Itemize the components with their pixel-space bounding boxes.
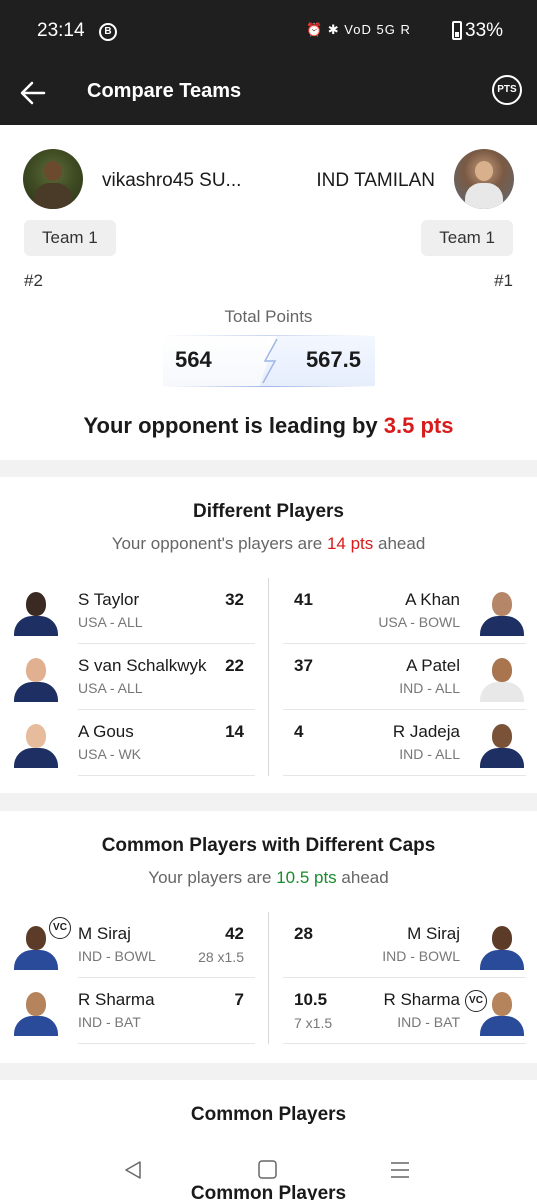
player-name: R Jadeja — [392, 722, 460, 741]
player-points: 42 — [225, 924, 244, 943]
player-meta: IND - BOWL — [78, 948, 156, 964]
section-title: Common Players with Different Caps — [101, 835, 436, 856]
column-divider — [268, 912, 269, 1044]
left-rank: #2 — [24, 271, 43, 290]
player-row[interactable]: A Khan USA - BOWL 41 — [283, 578, 526, 644]
right-rank: #1 — [494, 271, 513, 290]
player-meta: USA - ALL — [78, 680, 143, 696]
section-title: Common Players — [190, 1104, 347, 1125]
section-subtitle: Your opponent's players are 14 pts ahead — [0, 534, 537, 554]
app-bar: Compare Teams PTS — [0, 62, 537, 125]
player-points: 37 — [294, 656, 313, 675]
nav-recents-icon[interactable] — [386, 1156, 414, 1184]
player-points: 10.5 — [294, 990, 328, 1009]
player-points: 22 — [225, 656, 244, 675]
player-meta: IND - BAT — [397, 1014, 460, 1030]
sub-prefix: Your opponent's players are — [111, 534, 327, 553]
sub-suffix: ahead — [373, 534, 426, 553]
lead-message: Your opponent is leading by 3.5 pts — [0, 413, 537, 439]
player-meta: IND - BOWL — [382, 948, 460, 964]
player-photo — [478, 588, 526, 636]
player-points: 41 — [294, 590, 313, 609]
player-points: 14 — [225, 722, 244, 741]
player-name: R Sharma — [78, 990, 155, 1009]
player-meta: USA - BOWL — [378, 614, 460, 630]
player-row[interactable]: A Patel IND - ALL 37 — [283, 644, 526, 710]
sub-value: 14 pts — [326, 534, 374, 553]
player-name: A Patel — [406, 656, 460, 675]
lead-value: 3.5 pts — [383, 413, 454, 438]
player-photo — [12, 720, 60, 768]
player-name: A Gous — [78, 722, 134, 741]
player-photo — [12, 988, 60, 1036]
points-multiplier: 28 x1.5 — [198, 949, 244, 965]
player-photo — [12, 654, 60, 702]
status-icons: ⏰ ✱ VoD 5G R — [306, 22, 411, 37]
player-row[interactable]: M Siraj IND - BOWL 28 — [283, 912, 526, 978]
points-multiplier: 7 x1.5 — [294, 1015, 333, 1031]
vice-captain-badge: VC — [465, 990, 487, 1012]
player-name: S Taylor — [78, 590, 140, 609]
team-compare-header: vikashro45 SU... IND TAMILAN Team 1 Team… — [0, 125, 537, 460]
pts-button[interactable]: PTS — [492, 75, 522, 105]
player-row[interactable]: S Taylor USA - ALL 32 — [12, 578, 255, 644]
player-meta: IND - ALL — [399, 746, 460, 762]
total-points-label: Total Points — [224, 307, 313, 326]
player-row[interactable]: R Sharma IND - BAT 7 — [12, 978, 255, 1044]
battery-percent: 33% — [465, 20, 504, 41]
right-user-name[interactable]: IND TAMILAN — [316, 170, 435, 192]
player-points: 7 — [234, 990, 244, 1009]
scrolled-section-title: Common Players — [190, 1183, 347, 1200]
status-bar: 23:14 B ⏰ ✱ VoD 5G R 33% — [0, 0, 537, 62]
left-total-points: 564 — [175, 347, 212, 372]
sub-value: 10.5 pts — [276, 868, 337, 887]
player-name: M Siraj — [407, 924, 460, 943]
different-players-section: Different Players Your opponent's player… — [0, 477, 537, 793]
total-points-box: 564 567.5 — [163, 335, 375, 387]
section-subtitle: Your players are 10.5 pts ahead — [0, 868, 537, 888]
player-photo — [478, 720, 526, 768]
player-photo — [478, 654, 526, 702]
sub-prefix: Your players are — [148, 868, 277, 887]
section-title: Different Players — [192, 501, 344, 522]
battery-icon — [452, 21, 462, 40]
sub-suffix: ahead — [336, 868, 389, 887]
right-total-points: 567.5 — [305, 347, 361, 372]
player-row[interactable]: A Gous USA - WK 14 — [12, 710, 255, 776]
player-photo — [12, 588, 60, 636]
player-meta: IND - BAT — [78, 1014, 141, 1030]
different-caps-section: Common Players with Different Caps Your … — [0, 811, 537, 1063]
player-name: M Siraj — [78, 924, 131, 943]
player-photo — [478, 922, 526, 970]
page-title: Compare Teams — [87, 80, 242, 102]
player-points: 32 — [225, 590, 244, 609]
nav-back-icon[interactable] — [120, 1156, 148, 1184]
player-name: A Khan — [405, 590, 460, 609]
vice-captain-badge: VC — [49, 917, 71, 939]
left-team-chip[interactable]: Team 1 — [24, 220, 116, 256]
status-time: 23:14 — [37, 20, 85, 41]
player-meta: IND - ALL — [399, 680, 460, 696]
left-user-name[interactable]: vikashro45 SU... — [102, 170, 241, 192]
player-row[interactable]: VC M Siraj IND - BOWL 42 28 x1.5 — [12, 912, 255, 978]
player-meta: USA - WK — [78, 746, 142, 762]
lead-prefix: Your opponent is leading by — [83, 413, 384, 438]
nav-home-icon[interactable] — [254, 1156, 282, 1184]
right-user-avatar[interactable] — [454, 149, 514, 209]
column-divider — [268, 578, 269, 776]
player-points: 4 — [294, 722, 304, 741]
left-user-avatar[interactable] — [23, 149, 83, 209]
b-app-icon: B — [99, 23, 117, 41]
player-row[interactable]: VC R Sharma IND - BAT 10.5 7 x1.5 — [283, 978, 526, 1044]
back-arrow-icon[interactable] — [18, 78, 48, 108]
player-points: 28 — [294, 924, 313, 943]
player-meta: USA - ALL — [78, 614, 143, 630]
player-name: S van Schalkwyk — [78, 656, 207, 675]
player-name: R Sharma — [383, 990, 460, 1009]
player-row[interactable]: S van Schalkwyk USA - ALL 22 — [12, 644, 255, 710]
right-team-chip[interactable]: Team 1 — [421, 220, 513, 256]
player-row[interactable]: R Jadeja IND - ALL 4 — [283, 710, 526, 776]
divider-slash-icon — [262, 338, 278, 384]
